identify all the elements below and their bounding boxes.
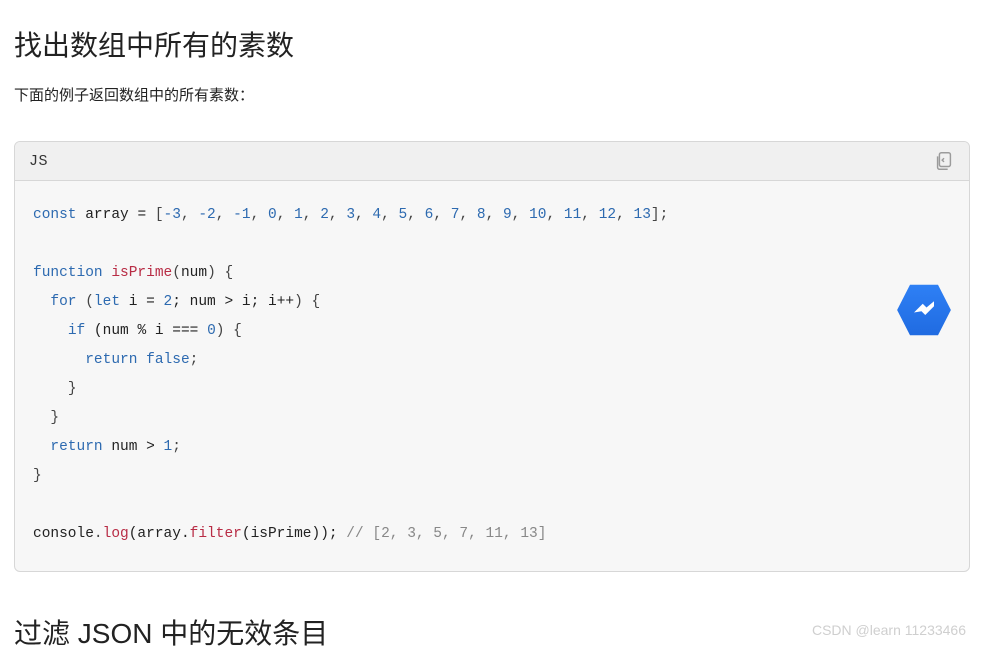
code-language-label: JS bbox=[29, 153, 48, 170]
thunder-badge-hexagon bbox=[896, 282, 952, 338]
code-block: JS const array = [-3, -2, -1, 0, 1, 2, 3… bbox=[14, 141, 970, 572]
copy-icon[interactable] bbox=[933, 150, 955, 172]
code-block-header: JS bbox=[15, 142, 969, 181]
bird-icon bbox=[909, 295, 939, 325]
code-content: const array = [-3, -2, -1, 0, 1, 2, 3, 4… bbox=[15, 181, 969, 571]
intro-paragraph: 下面的例子返回数组中的所有素数： bbox=[14, 84, 970, 105]
section-heading-primes: 找出数组中所有的素数 bbox=[14, 24, 970, 64]
section-heading-json-filter: 过滤 JSON 中的无效条目 bbox=[14, 612, 970, 652]
thunder-badge[interactable] bbox=[896, 282, 952, 338]
